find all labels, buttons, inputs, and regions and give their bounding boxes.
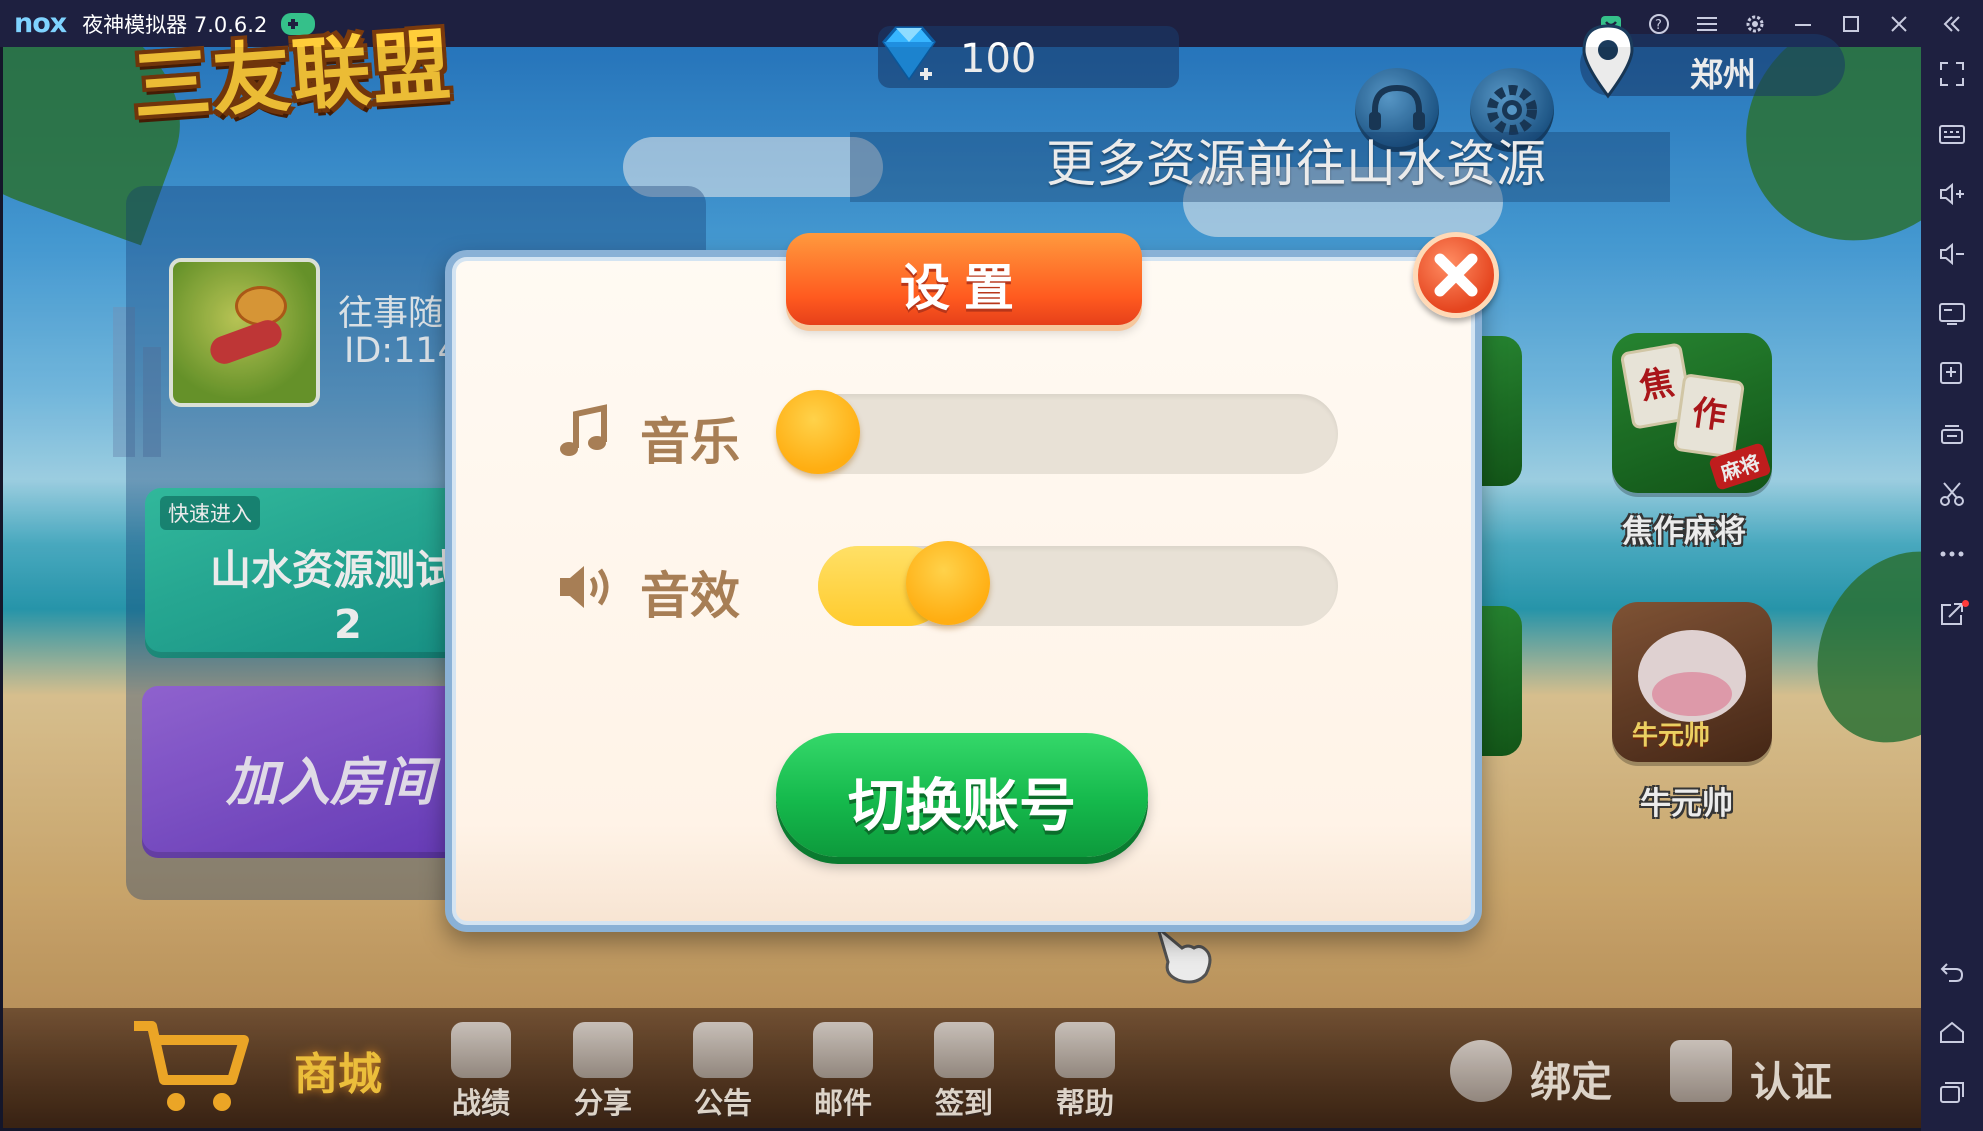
switch-account-label: 切换账号 <box>848 773 1076 839</box>
sound-slider-knob[interactable] <box>906 541 990 625</box>
share-icon[interactable] <box>1921 590 1983 638</box>
close-window-icon[interactable] <box>1875 0 1923 47</box>
volume-down-icon[interactable] <box>1921 230 1983 278</box>
back-icon[interactable] <box>1921 948 1983 996</box>
keyboard-icon[interactable] <box>1921 110 1983 158</box>
more-icon[interactable] <box>1921 530 1983 578</box>
multi-instance-icon[interactable] <box>1921 410 1983 458</box>
screen-icon[interactable] <box>1921 290 1983 338</box>
screenshot-icon[interactable] <box>1921 470 1983 518</box>
notification-dot <box>1962 600 1969 607</box>
music-slider-track[interactable] <box>776 394 1338 474</box>
svg-text:?: ? <box>1655 18 1662 33</box>
emulator-sidebar <box>1921 47 1983 1131</box>
sound-label: 音效 <box>640 567 740 625</box>
volume-up-icon[interactable] <box>1921 170 1983 218</box>
close-dialog-button[interactable] <box>1413 232 1499 318</box>
install-apk-icon[interactable] <box>1921 350 1983 398</box>
music-note-icon <box>560 404 607 456</box>
settings-dialog-title: 设置 <box>900 259 1028 317</box>
collapse-sidebar-icon[interactable] <box>1928 0 1976 47</box>
home-icon[interactable] <box>1921 1008 1983 1056</box>
recent-apps-icon[interactable] <box>1921 1068 1983 1116</box>
close-icon <box>1434 253 1478 297</box>
fullscreen-icon[interactable] <box>1921 50 1983 98</box>
nox-logo: nox <box>14 8 67 39</box>
maximize-icon[interactable] <box>1827 0 1875 47</box>
speaker-icon <box>560 566 609 608</box>
music-label: 音乐 <box>640 413 740 471</box>
music-slider-knob[interactable] <box>776 390 860 474</box>
